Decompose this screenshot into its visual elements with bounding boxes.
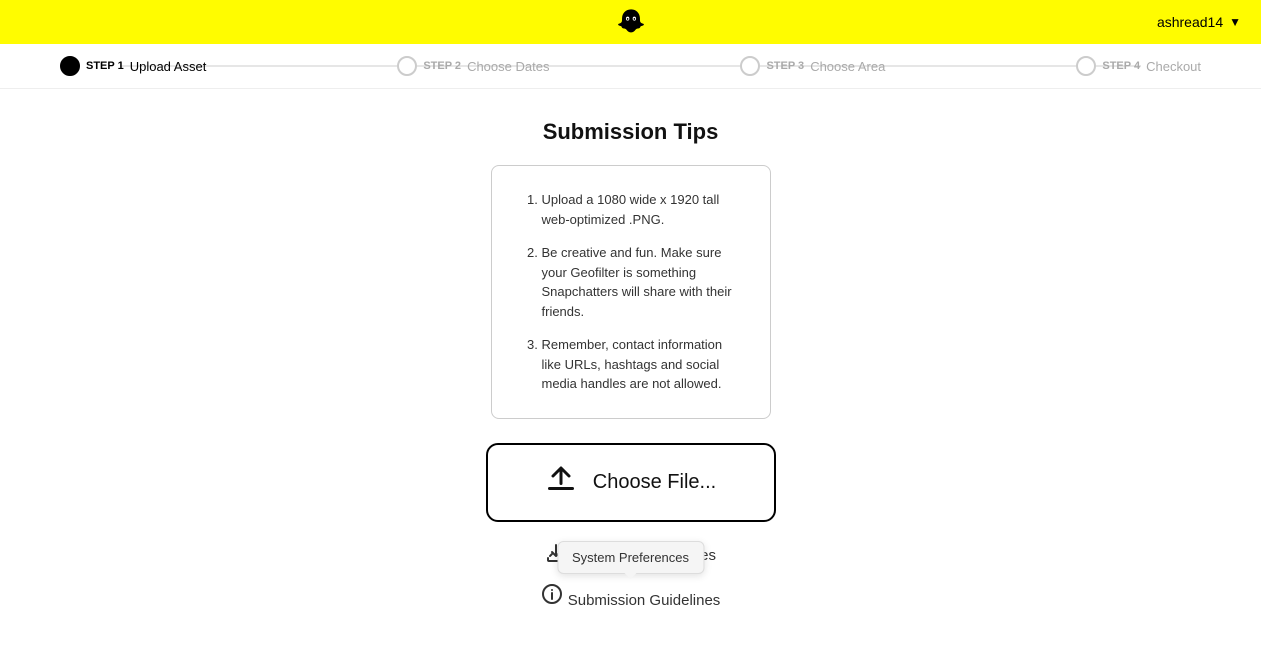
step-4: STEP 4 Checkout (1076, 56, 1201, 76)
submission-guidelines-label: Submission Guidelines (568, 592, 721, 609)
logo (617, 8, 645, 36)
steps-bar: STEP 1 Upload Asset STEP 2 Choose Dates … (0, 44, 1261, 89)
step-2-name: Choose Dates (467, 59, 549, 74)
step-3: STEP 3 Choose Area (740, 56, 885, 76)
tip-3: Remember, contact information like URLs,… (542, 335, 738, 394)
steps-wrapper: STEP 1 Upload Asset STEP 2 Choose Dates … (60, 56, 1201, 76)
header: ashread14 ▼ (0, 0, 1261, 44)
tooltip-text: System Preferences (572, 550, 689, 565)
username-label: ashread14 (1157, 14, 1223, 30)
step-4-name: Checkout (1146, 59, 1201, 74)
choose-file-label: Choose File... (593, 471, 716, 494)
step-1-num: STEP 1 (86, 60, 124, 72)
step-4-circle (1076, 56, 1096, 76)
submission-title: Submission Tips (543, 119, 719, 145)
main-content: Submission Tips Upload a 1080 wide x 192… (0, 89, 1261, 654)
step-3-num: STEP 3 (766, 60, 804, 72)
snapchat-logo-icon (617, 8, 645, 36)
choose-file-button[interactable]: Choose File... (486, 443, 776, 522)
step-1: STEP 1 Upload Asset (60, 56, 206, 76)
tip-2: Be creative and fun. Make sure your Geof… (542, 243, 738, 321)
step-2: STEP 2 Choose Dates (397, 56, 549, 76)
upload-icon (545, 463, 577, 502)
step-3-name: Choose Area (810, 59, 885, 74)
step-3-circle (740, 56, 760, 76)
chevron-down-icon: ▼ (1229, 15, 1241, 29)
tips-list: Upload a 1080 wide x 1920 tall web-optim… (524, 190, 738, 394)
tips-box: Upload a 1080 wide x 1920 tall web-optim… (491, 165, 771, 419)
tip-1: Upload a 1080 wide x 1920 tall web-optim… (542, 190, 738, 229)
step-4-num: STEP 4 (1102, 60, 1140, 72)
submission-guidelines-link[interactable]: Submission Guidelines System Preferences (541, 583, 721, 610)
step-2-num: STEP 2 (423, 60, 461, 72)
step-2-circle (397, 56, 417, 76)
steps-inner: STEP 1 Upload Asset STEP 2 Choose Dates … (60, 56, 1201, 76)
system-preferences-tooltip: System Preferences (557, 541, 704, 574)
info-icon (541, 589, 568, 609)
step-1-name: Upload Asset (130, 59, 207, 74)
step-1-circle (60, 56, 80, 76)
user-menu[interactable]: ashread14 ▼ (1157, 14, 1241, 30)
